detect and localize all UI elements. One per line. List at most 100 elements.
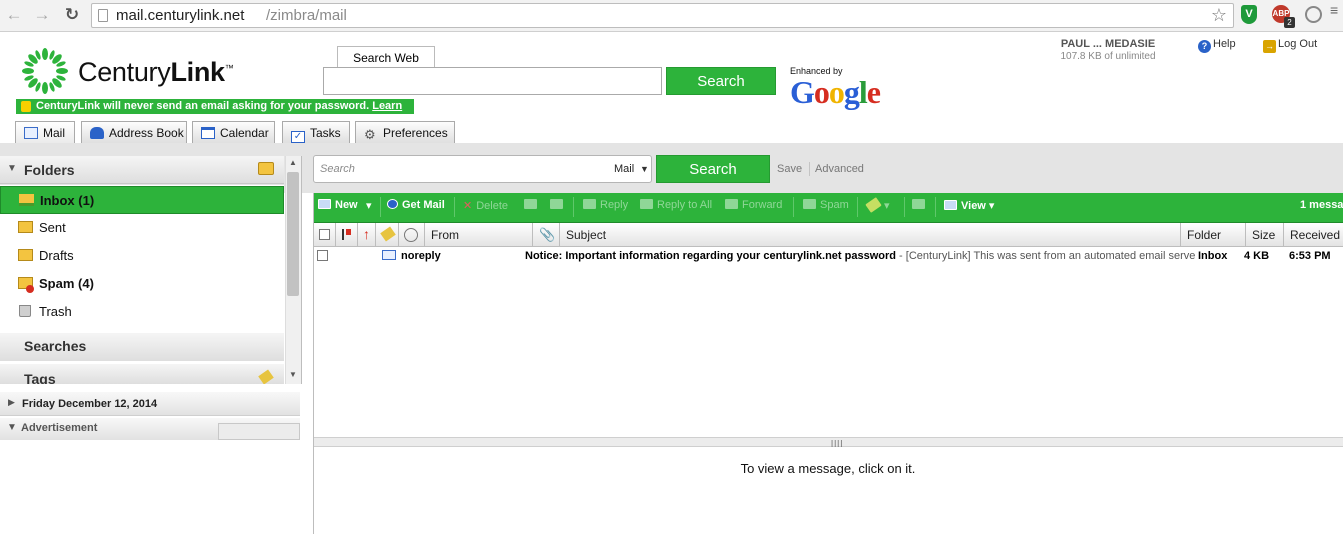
dropdown-arrow-icon[interactable]: ▼ (640, 164, 649, 174)
tag-button[interactable]: ▾ (865, 197, 890, 213)
reply-button[interactable]: Reply (583, 199, 628, 211)
table-row[interactable]: noreply Notice: Important information re… (313, 247, 1343, 265)
new-window-icon (912, 199, 925, 209)
save-search-link[interactable]: Save (777, 163, 802, 175)
folder-spam[interactable]: Spam (4) (0, 270, 284, 298)
help-icon: ? (1198, 40, 1211, 53)
reply-all-button[interactable]: Reply to All (640, 199, 712, 211)
tags-header[interactable]: Tags (0, 364, 284, 384)
view-label: View (961, 200, 986, 212)
tab-address-book[interactable]: Address Book (81, 121, 187, 145)
view-button[interactable]: View ▾ (944, 199, 994, 212)
contact-icon (90, 127, 104, 139)
folder-trash[interactable]: Trash (0, 298, 284, 326)
window-button[interactable] (912, 199, 929, 211)
column-subject[interactable]: Subject (559, 223, 1180, 247)
folders-title: Folders (24, 162, 75, 178)
tag-icon[interactable] (258, 369, 274, 384)
select-all-checkbox[interactable] (319, 229, 330, 240)
logout-link[interactable]: → Log Out (1263, 38, 1317, 53)
shield-extension-icon[interactable]: V (1241, 5, 1257, 24)
search-scope-select[interactable]: Mail (614, 163, 634, 175)
search-web-tab[interactable]: Search Web (337, 46, 435, 68)
tag-icon (865, 197, 882, 213)
scroll-up-icon[interactable]: ▲ (289, 158, 297, 167)
view-icon (944, 200, 957, 210)
expand-triangle-icon[interactable]: ▶ (8, 397, 15, 408)
security-notice-text: CenturyLink will never send an email ask… (36, 100, 370, 112)
tab-mail[interactable]: Mail (15, 121, 75, 145)
help-link[interactable]: ? Help (1198, 38, 1236, 53)
get-mail-button[interactable]: Get Mail (387, 199, 445, 211)
new-folder-icon[interactable] (258, 162, 274, 175)
move-icon[interactable] (524, 199, 537, 211)
scrollbar-thumb[interactable] (287, 172, 299, 296)
folder-sent[interactable]: Sent (0, 214, 284, 242)
logout-icon: → (1263, 40, 1276, 53)
advertisement-label: Advertisement (21, 422, 98, 434)
folder-list: Inbox (1) Sent Drafts Spam (4) Trash (0, 185, 284, 335)
new-button[interactable]: New (318, 199, 358, 211)
date-panel[interactable]: ▶ Friday December 12, 2014 (0, 392, 300, 416)
toolbar-separator (935, 197, 936, 217)
tab-tasks-label: Tasks (310, 126, 341, 140)
advanced-search-link[interactable]: Advanced (815, 163, 864, 175)
tab-preferences-label: Preferences (383, 126, 448, 140)
reload-icon[interactable]: ↻ (62, 5, 82, 25)
globe-icon[interactable] (1305, 6, 1322, 23)
tag-column-icon[interactable] (380, 226, 396, 242)
delete-button[interactable]: ✕ Delete (463, 199, 508, 212)
tab-address-book-label: Address Book (109, 126, 184, 140)
sidebar-border (301, 156, 302, 384)
web-search-input[interactable] (323, 67, 662, 95)
forward-button[interactable]: Forward (725, 199, 782, 211)
status-icon[interactable] (404, 228, 418, 242)
column-size[interactable]: Size (1245, 223, 1283, 247)
web-search-button[interactable]: Search (666, 67, 776, 95)
menu-icon[interactable]: ≡ (1330, 3, 1338, 17)
folders-header[interactable]: ▼ Folders (0, 156, 284, 184)
spam-button[interactable]: Spam (803, 199, 849, 211)
column-divider (357, 223, 358, 247)
message-subject-cell: Notice: Important information regarding … (525, 248, 1198, 264)
flag-icon[interactable] (342, 229, 351, 240)
folder-drafts[interactable]: Drafts (0, 242, 284, 270)
collapse-triangle-icon[interactable]: ▼ (7, 422, 17, 433)
delete-label: Delete (476, 200, 509, 212)
searches-header[interactable]: Searches (0, 333, 284, 361)
message-checkbox[interactable] (317, 250, 328, 261)
search-placeholder: Search (320, 163, 355, 175)
priority-icon[interactable]: ↑ (363, 226, 370, 242)
column-folder[interactable]: Folder (1180, 223, 1245, 247)
advertisement-box (218, 423, 300, 440)
mail-search-input[interactable]: Search Mail ▼ (313, 155, 652, 183)
column-from[interactable]: From (424, 223, 532, 247)
print-icon[interactable] (550, 199, 563, 211)
toolbar-separator (380, 197, 381, 217)
forward-icon[interactable]: → (32, 5, 52, 25)
scroll-down-icon[interactable]: ▼ (289, 370, 297, 379)
logo-tm: ™ (224, 63, 234, 73)
tab-tasks[interactable]: ✓ Tasks (282, 121, 350, 145)
folder-inbox[interactable]: Inbox (1) (0, 186, 284, 214)
new-message-icon (318, 199, 331, 209)
column-attachment[interactable]: 📎 (532, 223, 560, 247)
address-bar[interactable]: mail.centurylink.net /zimbra/mail ☆ (91, 3, 1234, 28)
tab-calendar[interactable]: Calendar (192, 121, 275, 145)
collapse-triangle-icon[interactable]: ▼ (7, 163, 17, 174)
bookmark-star-icon[interactable]: ☆ (1211, 5, 1227, 26)
printer-icon (550, 199, 563, 209)
folder-inbox-label: Inbox (1) (40, 193, 95, 208)
mail-search-button[interactable]: Search (656, 155, 770, 183)
tab-preferences[interactable]: ⚙ Preferences (355, 121, 455, 145)
column-received[interactable]: Received (1283, 223, 1343, 247)
pane-splitter[interactable]: |||| (313, 437, 1343, 448)
searches-title: Searches (24, 338, 87, 354)
logout-label: Log Out (1278, 38, 1318, 50)
back-icon[interactable]: ← (4, 5, 24, 25)
drafts-folder-icon (18, 249, 33, 261)
new-dropdown-icon[interactable]: ▾ (366, 199, 372, 212)
tags-title: Tags (24, 371, 56, 384)
reply-all-label: Reply to All (657, 199, 713, 211)
url-path: /zimbra/mail (266, 7, 347, 24)
